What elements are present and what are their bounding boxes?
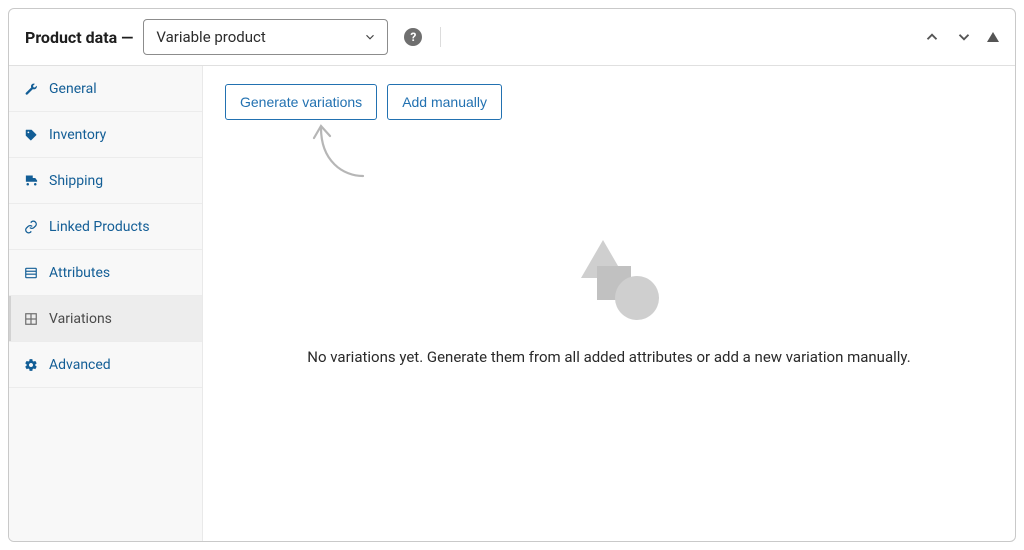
generate-variations-button[interactable]: Generate variations [225,84,377,120]
sidebar-item-label: Shipping [49,173,103,189]
empty-state: No variations yet. Generate them from al… [203,236,1015,369]
sidebar: General Inventory Shipping Linked Produc… [9,66,203,541]
sidebar-item-label: Attributes [49,265,110,281]
panel-header: Product data — Variable product ? [9,9,1015,66]
collapse-toggle-icon[interactable] [987,32,999,42]
empty-state-message: No variations yet. Generate them from al… [307,346,910,369]
sidebar-item-attributes[interactable]: Attributes [9,250,202,296]
tag-icon [23,127,39,143]
sidebar-item-shipping[interactable]: Shipping [9,158,202,204]
product-data-panel: Product data — Variable product ? [8,8,1016,542]
sidebar-item-linked-products[interactable]: Linked Products [9,204,202,250]
list-icon [23,265,39,281]
chevron-down-icon[interactable] [955,28,973,46]
sidebar-item-general[interactable]: General [9,66,202,112]
sidebar-item-label: Advanced [49,357,111,373]
hint-arrow-icon [303,116,383,196]
variation-actions: Generate variations Add manually [225,84,993,120]
sidebar-item-label: Linked Products [49,219,150,235]
sidebar-item-inventory[interactable]: Inventory [9,112,202,158]
panel-body: General Inventory Shipping Linked Produc… [9,66,1015,541]
sidebar-item-label: General [49,81,97,97]
chevron-down-icon [363,30,377,44]
product-type-select[interactable]: Variable product [143,19,388,55]
sidebar-item-variations[interactable]: Variations [9,296,202,342]
wrench-icon [23,81,39,97]
link-icon [23,219,39,235]
gear-icon [23,357,39,373]
chevron-up-icon[interactable] [923,28,941,46]
add-manually-button[interactable]: Add manually [387,84,502,120]
vertical-divider [440,27,441,47]
panel-header-controls [923,28,999,46]
grid-icon [23,311,39,327]
truck-icon [23,173,39,189]
product-type-value: Variable product [156,28,265,46]
sidebar-item-label: Variations [49,311,112,327]
sidebar-item-advanced[interactable]: Advanced [9,342,202,388]
panel-title: Product data — [25,28,133,47]
help-icon[interactable]: ? [404,28,422,46]
placeholder-shapes-icon [559,236,659,316]
sidebar-item-label: Inventory [49,127,106,143]
variations-content: Generate variations Add manually No vari… [203,66,1015,541]
